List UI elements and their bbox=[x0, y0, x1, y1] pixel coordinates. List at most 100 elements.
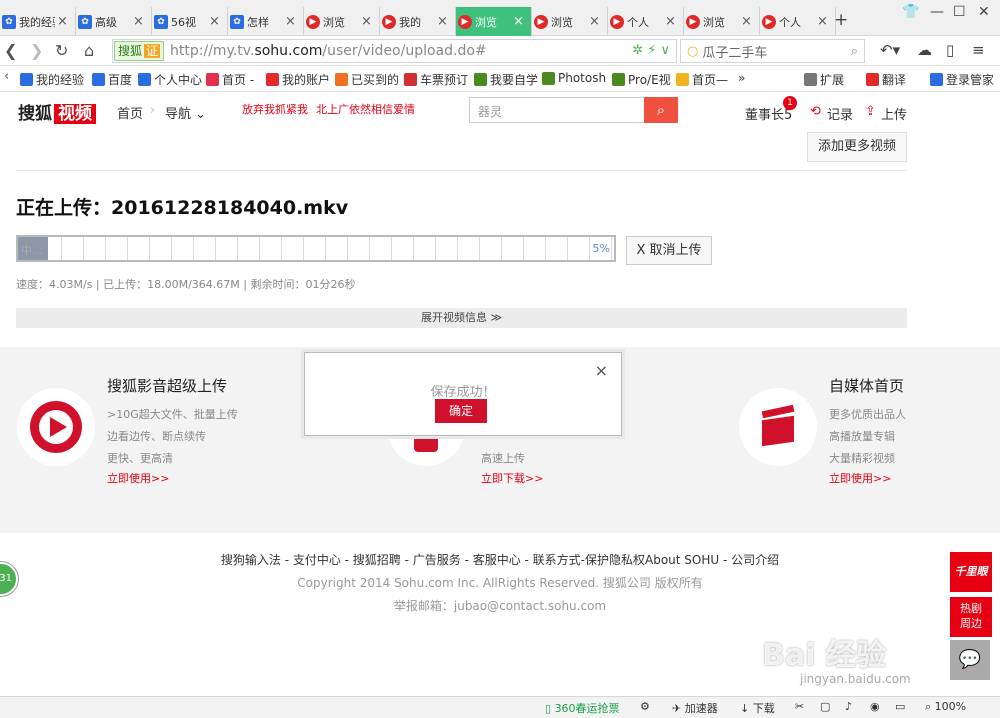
browser-tab[interactable]: ✿ 56视 × bbox=[152, 7, 228, 36]
browser-tab[interactable]: ✿ 高级 × bbox=[76, 7, 152, 36]
browser-tab[interactable]: ▶ 个人 × bbox=[608, 7, 684, 36]
nav-guide[interactable]: 导航 ⌄ bbox=[165, 103, 206, 122]
promo-link-1[interactable]: 放弃我抓紧我 bbox=[242, 101, 308, 117]
forward-icon[interactable]: ❯ bbox=[30, 41, 43, 60]
search-engine-icon[interactable]: ○ bbox=[687, 44, 698, 59]
bookmark-item[interactable]: 个人中心 bbox=[138, 71, 202, 88]
download-manager[interactable]: ↓ 下载 bbox=[740, 700, 775, 716]
browser-tab[interactable]: ▶ 浏览 × bbox=[532, 7, 608, 36]
bookmark-item[interactable]: 我的账户 bbox=[266, 71, 330, 88]
close-tab-icon[interactable]: × bbox=[437, 14, 448, 29]
browser-tab[interactable]: ▶ 浏览 × bbox=[456, 7, 532, 36]
phone-icon[interactable]: ▯ bbox=[946, 41, 954, 59]
record-link[interactable]: 记录 bbox=[827, 104, 853, 123]
browser-tab[interactable]: ▶ 浏览 × bbox=[684, 7, 760, 36]
promo-link-2[interactable]: 北上广依然相信爱情 bbox=[316, 101, 415, 117]
close-tab-icon[interactable]: × bbox=[133, 14, 144, 29]
bookmark-item[interactable]: Photosh bbox=[542, 71, 606, 85]
bookmark-item[interactable]: 首页— bbox=[676, 71, 728, 88]
notify-icon[interactable]: ◉ bbox=[870, 700, 880, 713]
sound-icon[interactable]: ♪ bbox=[845, 700, 852, 713]
browser-tab[interactable]: ▶ 个人 × bbox=[760, 7, 836, 36]
tab-bar: ✿我的经验×✿高级×✿56视×✿怎样×▶浏览×▶我的×▶浏览×▶浏览×▶个人×▶… bbox=[0, 0, 1000, 36]
window-icon[interactable]: ▢ bbox=[820, 700, 830, 713]
cert-badge[interactable]: 搜狐证 bbox=[114, 41, 165, 61]
confirm-button[interactable]: 确定 bbox=[435, 399, 487, 423]
close-tab-icon[interactable]: × bbox=[589, 14, 600, 29]
bookmark-item[interactable]: Pro/E视 bbox=[612, 71, 671, 88]
close-tab-icon[interactable]: × bbox=[665, 14, 676, 29]
close-tab-icon[interactable]: × bbox=[209, 14, 220, 29]
new-tab-button[interactable]: + bbox=[834, 10, 848, 30]
cloud-icon[interactable]: ☁ bbox=[917, 41, 932, 59]
url-input[interactable]: 搜狐证 http://my.tv.sohu.com/user/video/upl… bbox=[112, 39, 677, 63]
close-tab-icon[interactable]: × bbox=[741, 14, 752, 29]
close-tab-icon[interactable]: × bbox=[817, 14, 828, 29]
bookmark-scroll-icon[interactable]: ‹ bbox=[4, 69, 9, 84]
upload-icon[interactable]: ⇪ bbox=[865, 104, 876, 119]
gear-icon[interactable]: ⚙ bbox=[640, 700, 650, 713]
accelerator[interactable]: ✈ 加速器 bbox=[672, 700, 718, 716]
site-search-input[interactable]: 器灵 bbox=[469, 97, 645, 123]
browser-tab[interactable]: ▶ 浏览 × bbox=[304, 7, 380, 36]
play-icon: ▶ bbox=[686, 14, 700, 29]
reload-icon[interactable]: ↻ bbox=[55, 41, 68, 60]
cancel-upload-button[interactable]: X 取消上传 bbox=[626, 236, 712, 265]
search-icon[interactable]: ⌕ bbox=[851, 44, 858, 59]
side-ad-hot-drama[interactable]: 热剧周边 bbox=[950, 597, 992, 637]
close-tab-icon[interactable]: × bbox=[57, 14, 68, 29]
url-status-icons[interactable]: ✲ ⚡ ∨ bbox=[632, 43, 670, 58]
bookmark-item[interactable]: 登录管家 bbox=[930, 71, 994, 88]
bookmark-item[interactable]: 已买到的 bbox=[335, 71, 399, 88]
site-search-button[interactable]: ⌕ bbox=[644, 97, 678, 123]
sohu-video-logo[interactable]: 搜狐 视频 bbox=[16, 99, 96, 124]
promo-link-use-3[interactable]: 立即使用>> bbox=[829, 470, 891, 486]
home-icon[interactable]: ⌂ bbox=[84, 41, 94, 60]
ticket-promo[interactable]: ▯ 360春运抢票 bbox=[545, 700, 620, 716]
clapperboard-icon bbox=[739, 388, 817, 466]
add-more-videos-button[interactable]: 添加更多视频 bbox=[807, 132, 907, 162]
dialog-message: 保存成功！ bbox=[430, 385, 496, 400]
history-icon[interactable]: ⟲ bbox=[810, 104, 821, 119]
close-window-button[interactable]: ✕ bbox=[978, 4, 990, 20]
promo-link-download[interactable]: 立即下载>> bbox=[481, 470, 543, 486]
upload-link[interactable]: 上传 bbox=[881, 104, 907, 123]
close-tab-icon[interactable]: × bbox=[513, 14, 524, 29]
bookmark-item[interactable]: 我要自学 bbox=[474, 71, 538, 88]
browser-search-input[interactable]: ○ 瓜子二手车 ⌕ bbox=[680, 39, 865, 63]
cut-icon[interactable]: ✂ bbox=[795, 700, 804, 713]
footer-links[interactable]: 搜狗输入法 - 支付中心 - 搜狐招聘 - 广告服务 - 客服中心 - 联系方式… bbox=[0, 551, 1000, 568]
back-icon[interactable]: ❮ bbox=[4, 41, 17, 60]
close-tab-icon[interactable]: × bbox=[361, 14, 372, 29]
browser-tab[interactable]: ▶ 我的 × bbox=[380, 7, 456, 36]
bookmark-item[interactable]: » bbox=[738, 71, 745, 85]
skin-icon[interactable]: 👕 bbox=[902, 4, 919, 20]
maximize-button[interactable]: ☐ bbox=[953, 4, 966, 20]
bookmark-item[interactable]: 首页 - bbox=[206, 71, 254, 88]
promo-line: 高速上传 bbox=[481, 452, 525, 465]
bookmark-item[interactable]: 翻译 bbox=[866, 71, 906, 88]
doc-icon[interactable]: ▭ bbox=[895, 700, 905, 713]
url-text: http://my.tv.sohu.com/user/video/upload.… bbox=[170, 43, 487, 59]
promo-link-use-1[interactable]: 立即使用>> bbox=[107, 470, 169, 486]
browser-tab[interactable]: ✿我的经验× bbox=[0, 7, 76, 36]
close-tab-icon[interactable]: × bbox=[285, 14, 296, 29]
footer-report-email[interactable]: 举报邮箱：jubao@contact.sohu.com bbox=[0, 597, 1000, 614]
chat-icon[interactable]: 💬 bbox=[950, 640, 990, 680]
side-ad-qianliyan[interactable]: 千里眼 bbox=[950, 552, 992, 592]
bookmark-item[interactable]: 车票预订 bbox=[404, 71, 468, 88]
bookmark-item[interactable]: 扩展 bbox=[804, 71, 844, 88]
zoom-control[interactable]: ⌕ 100% bbox=[925, 700, 966, 714]
nav-home[interactable]: 首页 bbox=[117, 103, 143, 122]
play-icon: ▶ bbox=[306, 14, 320, 29]
url-domain: sohu.com bbox=[254, 43, 323, 59]
close-icon[interactable]: × bbox=[595, 361, 608, 380]
bookmark-item[interactable]: 我的经验 bbox=[20, 71, 84, 88]
paw-icon: ✿ bbox=[230, 14, 244, 29]
browser-tab[interactable]: ✿ 怎样 × bbox=[228, 7, 304, 36]
menu-icon[interactable]: ≡ bbox=[972, 41, 985, 59]
expand-video-info-button[interactable]: 展开视频信息 ≫ bbox=[16, 308, 907, 328]
minimize-button[interactable]: — bbox=[930, 4, 944, 20]
bookmark-item[interactable]: 百度 bbox=[92, 71, 132, 88]
undo-icon[interactable]: ↶▾ bbox=[880, 41, 900, 59]
